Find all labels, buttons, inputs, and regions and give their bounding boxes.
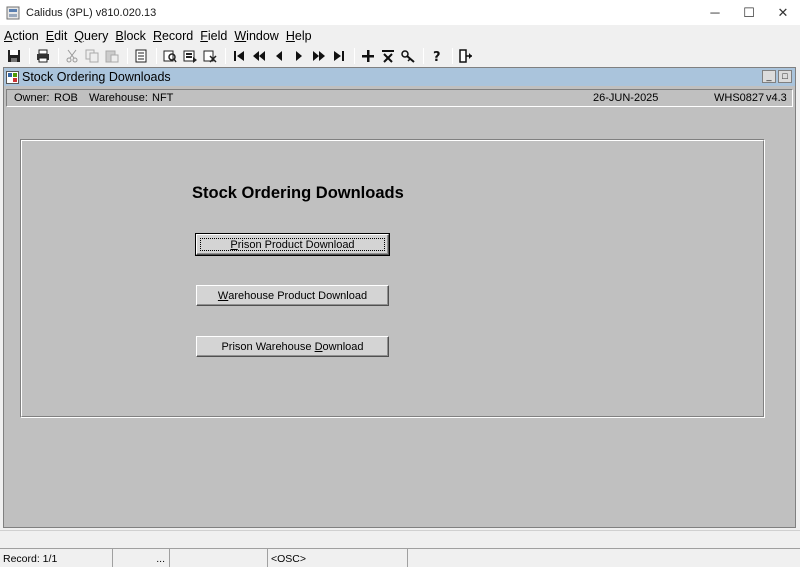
clear-form-icon[interactable] (132, 47, 150, 65)
form-icon (6, 70, 19, 84)
toolbar-separator (225, 47, 226, 64)
app-icon (6, 6, 20, 19)
menu-record[interactable]: Record (153, 29, 193, 43)
button-label-prefix: Prison Warehouse (221, 340, 315, 353)
current-date: 26-JUN-2025 (593, 92, 659, 104)
enter-query-icon[interactable] (161, 47, 179, 65)
menu-action-label: ction (12, 29, 39, 43)
menu-query-mnemonic: Q (74, 29, 85, 43)
menu-window[interactable]: Window (234, 29, 278, 43)
warehouse-value: NFT (152, 92, 174, 104)
menu-block-mnemonic: B (115, 29, 124, 43)
delete-record-icon[interactable] (379, 47, 397, 65)
insert-record-icon[interactable] (359, 47, 377, 65)
context-info-bar: Owner: ROB Warehouse: NFT 26-JUN-2025 WH… (6, 89, 793, 107)
record-count: Record: 1/1 (0, 549, 113, 567)
menu-bar: Action Edit Query Block Record Field Win… (0, 27, 319, 45)
menu-edit[interactable]: Edit (46, 29, 68, 43)
menu-edit-mnemonic: E (45, 29, 55, 43)
toolbar: ? (0, 45, 800, 66)
content-panel: Stock Ordering Downloads Prison Product … (20, 139, 765, 418)
next-block-icon[interactable] (310, 47, 328, 65)
menu-help[interactable]: Help (286, 29, 312, 43)
form-title-bar: Stock Ordering Downloads _ □ (4, 68, 795, 86)
menu-block-label: lock (123, 29, 146, 43)
form-title: Stock Ordering Downloads (22, 70, 171, 84)
mode-indicator: <OSC> (268, 549, 408, 567)
menu-window-label: indow (246, 29, 279, 43)
menu-help-mnemonic: H (285, 29, 295, 43)
menu-field-label: ield (207, 29, 228, 43)
menu-help-label: elp (294, 29, 312, 43)
minimize-button[interactable]: ─ (698, 0, 732, 25)
menu-query[interactable]: Query (74, 29, 108, 43)
form-window: Stock Ordering Downloads _ □ Owner: ROB … (3, 67, 796, 528)
toolbar-separator (127, 47, 128, 64)
svg-text:?: ? (433, 50, 441, 63)
menu-field[interactable]: Field (200, 29, 227, 43)
menu-query-label: uery (84, 29, 109, 43)
menu-record-mnemonic: R (152, 29, 162, 43)
copy-icon[interactable] (83, 47, 101, 65)
owner-label: Owner: (14, 92, 50, 104)
execute-query-icon[interactable] (181, 47, 199, 65)
close-button[interactable]: ✕ (766, 0, 800, 25)
button-label: ownload (322, 340, 364, 353)
status-ellipsis: ... (113, 549, 170, 567)
form-minimize-button[interactable]: _ (762, 70, 776, 83)
button-mnemonic: W (217, 289, 229, 302)
warehouse-label: Warehouse: (89, 92, 148, 104)
content-panel-frame (21, 140, 764, 417)
toolbar-separator (423, 47, 424, 64)
prison-warehouse-download-button[interactable]: Prison Warehouse Download (196, 336, 389, 357)
cut-icon[interactable] (63, 47, 81, 65)
warehouse-product-download-button[interactable]: Warehouse Product Download (196, 285, 389, 306)
form-maximize-button[interactable]: □ (778, 70, 792, 83)
page-heading: Stock Ordering Downloads (192, 184, 404, 202)
toolbar-separator (29, 47, 30, 64)
menu-record-label: ecord (161, 29, 194, 43)
next-record-icon[interactable] (290, 47, 308, 65)
exit-icon[interactable] (457, 47, 475, 65)
toolbar-separator (354, 47, 355, 64)
print-icon[interactable] (34, 47, 52, 65)
help-icon[interactable]: ? (428, 47, 446, 65)
menu-edit-label: dit (54, 29, 68, 43)
lock-record-icon[interactable] (399, 47, 417, 65)
menu-block[interactable]: Block (115, 29, 146, 43)
message-line (0, 530, 800, 547)
toolbar-separator (452, 47, 453, 64)
button-mnemonic: P (230, 238, 238, 251)
form-code: WHS0827 (714, 92, 765, 104)
first-record-icon[interactable] (230, 47, 248, 65)
window-title: Calidus (3PL) v810.020.13 (26, 6, 157, 19)
button-label: arehouse Product Download (228, 289, 368, 302)
toolbar-separator (156, 47, 157, 64)
paste-icon[interactable] (103, 47, 121, 65)
form-version: v4.3 (766, 92, 787, 104)
status-bar: Record: 1/1 ... <OSC> (0, 548, 800, 567)
cancel-query-icon[interactable] (201, 47, 219, 65)
toolbar-separator (58, 47, 59, 64)
button-mnemonic: D (314, 340, 323, 353)
menu-field-mnemonic: F (200, 29, 208, 43)
status-cell-empty (170, 549, 268, 567)
owner-value: ROB (54, 92, 78, 104)
prison-product-download-button[interactable]: Prison Product Download (195, 233, 390, 256)
button-label: rison Product Download (237, 238, 355, 251)
menu-window-mnemonic: W (234, 29, 247, 43)
save-icon[interactable] (5, 47, 23, 65)
status-cell-empty (408, 549, 800, 567)
previous-block-icon[interactable] (250, 47, 268, 65)
previous-record-icon[interactable] (270, 47, 288, 65)
maximize-button[interactable]: ☐ (732, 0, 766, 25)
last-record-icon[interactable] (330, 47, 348, 65)
title-bar: Calidus (3PL) v810.020.13 ─ ☐ ✕ (0, 0, 800, 25)
menu-action[interactable]: Action (4, 29, 39, 43)
